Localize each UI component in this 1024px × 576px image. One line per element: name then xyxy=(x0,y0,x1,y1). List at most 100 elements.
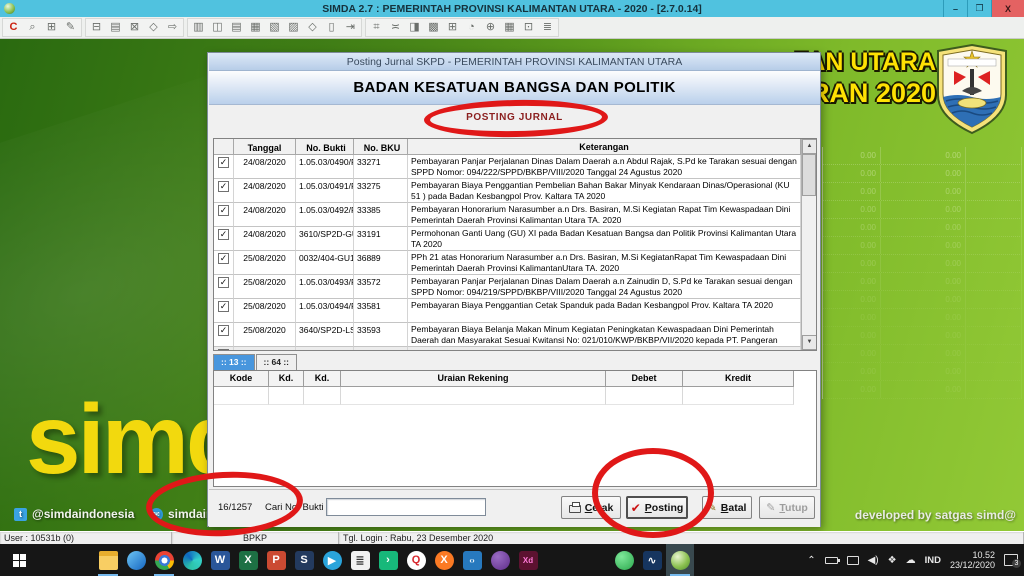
scroll-thumb[interactable] xyxy=(802,154,816,196)
excel-taskbar-item[interactable]: X xyxy=(234,544,262,576)
telegram-taskbar-item[interactable]: ▶ xyxy=(318,544,346,576)
print-icon[interactable]: ⊟ xyxy=(87,19,106,36)
row-checkbox[interactable]: ✓ xyxy=(218,205,229,216)
row-checkbox[interactable]: ✓ xyxy=(218,325,229,336)
doc-7-icon[interactable]: ◇ xyxy=(303,19,322,36)
cetak-button[interactable]: Cetak xyxy=(561,496,621,519)
doc-3-icon[interactable]: ▤ xyxy=(227,19,246,36)
word-taskbar-item[interactable]: W xyxy=(206,544,234,576)
battery-icon[interactable] xyxy=(825,557,838,564)
print-setup-icon[interactable]: ⊠ xyxy=(125,19,144,36)
row-checkbox[interactable]: ✓ xyxy=(218,157,229,168)
ghost-cell: 0.00 xyxy=(881,165,966,182)
ghost-cell: 0.00 xyxy=(881,201,966,218)
journal-row[interactable]: ✓24/08/20201.05.03/0492/RP/2033385Pembay… xyxy=(214,203,801,227)
row-checkbox[interactable]: ✓ xyxy=(218,229,229,240)
blue-swirl-app-taskbar-item[interactable] xyxy=(122,544,150,576)
search-icon[interactable]: ⌕ xyxy=(23,19,42,36)
dropbox-icon[interactable]: ❖ xyxy=(888,555,897,566)
scroll-down-icon[interactable]: ▼ xyxy=(802,335,817,350)
tool-6-icon[interactable]: ◔ xyxy=(462,19,481,36)
tray-chevron-icon[interactable]: ⌃ xyxy=(807,555,815,566)
edit-icon[interactable]: ✎ xyxy=(61,19,80,36)
simda-app-taskbar-item[interactable] xyxy=(666,544,694,576)
start-button[interactable] xyxy=(0,544,38,576)
doc-5-icon[interactable]: ▧ xyxy=(265,19,284,36)
provincial-coat-of-arms xyxy=(934,43,1010,135)
powerpoint-taskbar-item[interactable]: P xyxy=(262,544,290,576)
diamond-icon[interactable]: ◇ xyxy=(144,19,163,36)
tool-4-icon[interactable]: ▩ xyxy=(424,19,443,36)
volume-icon[interactable]: ◀) xyxy=(868,555,879,566)
journal-row[interactable]: ✓24/08/20201.05.03/0491/RP/2033275Pembay… xyxy=(214,179,801,203)
doc-8-icon[interactable]: ▯ xyxy=(322,19,341,36)
chrome-taskbar-item[interactable] xyxy=(150,544,178,576)
notification-badge: 3 xyxy=(1012,559,1021,568)
refresh-icon[interactable]: C xyxy=(4,19,23,36)
tool-5-icon[interactable]: ⊞ xyxy=(443,19,462,36)
posting-button[interactable]: ✔Posting xyxy=(626,496,688,519)
s-app-taskbar-item[interactable]: S xyxy=(290,544,318,576)
telegram-icon: ✉ xyxy=(150,508,163,521)
taskbar-clock[interactable]: 10.52 23/12/2020 xyxy=(950,550,995,570)
xampp-taskbar-item[interactable]: X xyxy=(430,544,458,576)
doc-6-icon[interactable]: ▨ xyxy=(284,19,303,36)
journal-row[interactable]: ✓24/08/20201.05.03/0490/PJ/20:33271Pemba… xyxy=(214,155,801,179)
tool-10-icon[interactable]: ≣ xyxy=(538,19,557,36)
journal-scrollbar[interactable]: ▲ ▼ xyxy=(801,139,816,350)
journal-row[interactable]: ✓25/08/20203640/SP2D-LS/BKBP/33593Pembay… xyxy=(214,323,801,347)
doc-2-icon[interactable]: ◫ xyxy=(208,19,227,36)
tab-2[interactable]: :: 64 :: xyxy=(256,354,298,370)
doc-1-icon[interactable]: ▥ xyxy=(189,19,208,36)
print-preview-icon[interactable]: ▤ xyxy=(106,19,125,36)
action-center-icon[interactable]: 3 xyxy=(1004,554,1018,566)
tool-2-icon[interactable]: ≍ xyxy=(386,19,405,36)
journal-row[interactable]: ✓25/08/20201.05.03/0494/RP/2033581Pembay… xyxy=(214,299,801,323)
minimize-button[interactable]: – xyxy=(943,0,967,17)
row-checkbox[interactable]: ✓ xyxy=(218,253,229,264)
navy-app-taskbar-item[interactable]: ∿ xyxy=(638,544,666,576)
tool-1-icon[interactable]: ⌗ xyxy=(367,19,386,36)
purple-app-taskbar-item[interactable] xyxy=(486,544,514,576)
row-checkbox[interactable]: ✓ xyxy=(218,349,229,351)
restore-button[interactable]: ❐ xyxy=(967,0,991,17)
lock-icon[interactable]: ⊞ xyxy=(42,19,61,36)
ghost-cell: 0.00 xyxy=(823,291,881,308)
language-indicator[interactable]: IND xyxy=(925,555,941,566)
journal-row[interactable]: ✓25/08/20200032/404-GU12/PJK,36889PPh 21… xyxy=(214,251,801,275)
dialog-skpd-header: BADAN KESATUAN BANGSA DAN POLITIK xyxy=(209,71,820,105)
vscode-taskbar-item[interactable]: ‹› xyxy=(458,544,486,576)
ghost-row: 0.000.00 xyxy=(823,309,1022,327)
tool-3-icon[interactable]: ◨ xyxy=(405,19,424,36)
search-label: Cari No. Bukti xyxy=(265,502,324,513)
q-app-taskbar-item[interactable]: Q xyxy=(402,544,430,576)
tab-1[interactable]: :: 13 :: xyxy=(213,354,255,370)
ghost-cell: 0.00 xyxy=(823,255,881,272)
xd-taskbar-item[interactable]: Xd xyxy=(514,544,542,576)
tool-8-icon[interactable]: ▦ xyxy=(500,19,519,36)
scroll-up-icon[interactable]: ▲ xyxy=(802,139,817,154)
tool-9-icon[interactable]: ⊡ xyxy=(519,19,538,36)
journal-row[interactable]: ✓24/08/20203610/SP2D-GU/BKBP33191Permoho… xyxy=(214,227,801,251)
journal-row[interactable]: ✓26/08/20200042 BP HONOR PPK00042 BP HON… xyxy=(214,347,801,351)
onedrive-icon[interactable]: ☁ xyxy=(906,555,916,566)
go-forward-icon[interactable]: ⇨ xyxy=(163,19,182,36)
search-no-bukti-input[interactable] xyxy=(326,498,486,516)
row-checkbox[interactable]: ✓ xyxy=(218,301,229,312)
green-circle-app-taskbar-item[interactable] xyxy=(610,544,638,576)
ghost-cell: 0.00 xyxy=(881,147,966,164)
edge-taskbar-item[interactable] xyxy=(178,544,206,576)
tool-7-icon[interactable]: ⊕ xyxy=(481,19,500,36)
file-explorer-taskbar-item[interactable] xyxy=(94,544,122,576)
batal-button[interactable]: ✎Batal xyxy=(702,496,752,519)
row-checkbox[interactable]: ✓ xyxy=(218,181,229,192)
journal-row[interactable]: ✓25/08/20201.05.03/0493/PJ/20:33572Pemba… xyxy=(214,275,801,299)
close-button[interactable]: X xyxy=(991,0,1024,17)
doc-4-icon[interactable]: ▦ xyxy=(246,19,265,36)
row-checkbox[interactable]: ✓ xyxy=(218,277,229,288)
record-count: 16/1257 xyxy=(218,502,252,513)
network-icon[interactable] xyxy=(847,556,859,565)
doc-9-icon[interactable]: ⇥ xyxy=(341,19,360,36)
green-app-taskbar-item[interactable]: › xyxy=(374,544,402,576)
notes-app-taskbar-item[interactable]: ≣ xyxy=(346,544,374,576)
